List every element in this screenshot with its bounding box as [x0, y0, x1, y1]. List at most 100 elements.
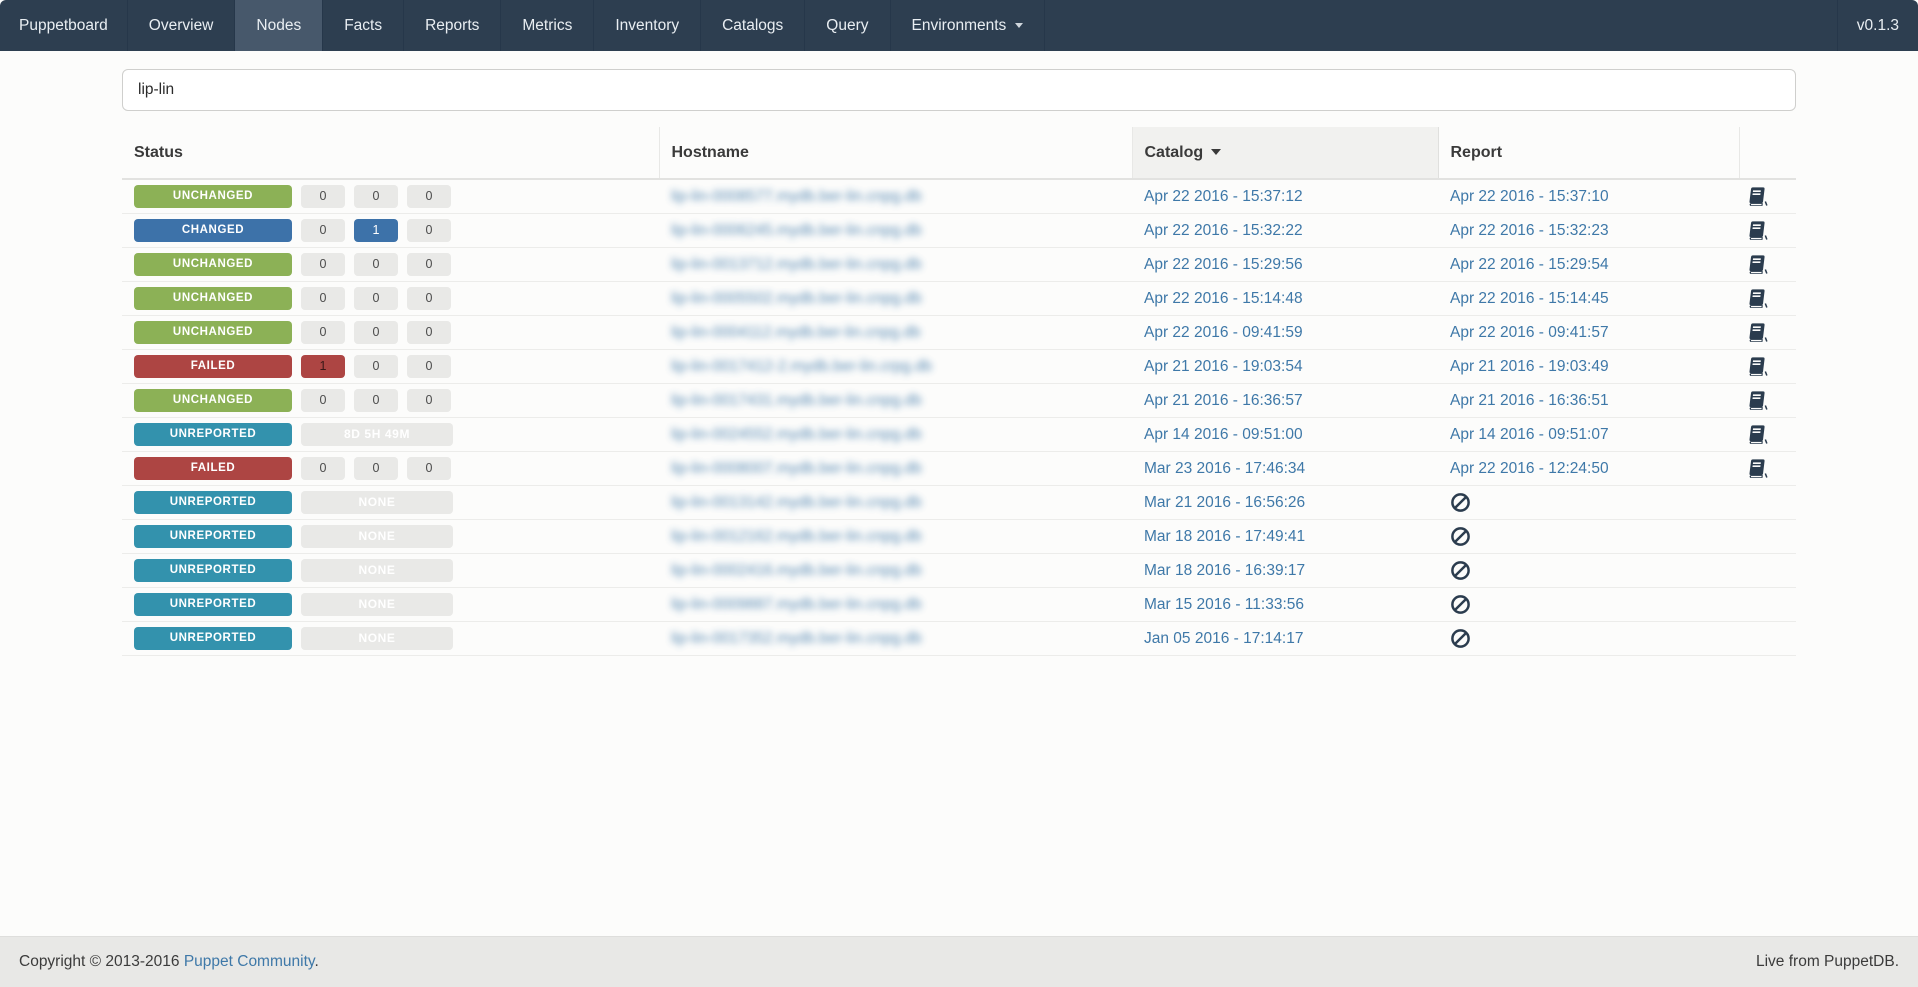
- status-counters: NONE: [292, 559, 453, 582]
- nav-item-overview[interactable]: Overview: [128, 0, 236, 51]
- report-book-icon[interactable]: [1747, 186, 1768, 207]
- navbar-brand[interactable]: Puppetboard: [0, 0, 128, 51]
- report-book-icon[interactable]: [1747, 390, 1768, 411]
- puppet-community-link[interactable]: Puppet Community: [184, 953, 315, 970]
- counter-pill: NONE: [301, 593, 453, 616]
- counter-pill: 0: [407, 355, 451, 378]
- catalog-link[interactable]: Apr 22 2016 - 15:14:48: [1144, 290, 1303, 307]
- report-link[interactable]: Apr 22 2016 - 09:41:57: [1450, 324, 1609, 341]
- hostname-link[interactable]: lip-lin-0012162.mydb.ber-lin.cnpg.db: [671, 528, 922, 545]
- status-counters: 000: [292, 185, 451, 208]
- counter-pill: 0: [407, 219, 451, 242]
- catalog-link[interactable]: Mar 18 2016 - 16:39:17: [1144, 562, 1305, 579]
- catalog-link[interactable]: Mar 23 2016 - 17:46:34: [1144, 460, 1305, 477]
- catalog-link[interactable]: Apr 22 2016 - 15:29:56: [1144, 256, 1303, 273]
- counter-pill: 0: [301, 185, 345, 208]
- catalog-link[interactable]: Apr 22 2016 - 15:37:12: [1144, 188, 1303, 205]
- node-row: UNREPORTED NONE lip-lin-0012162.mydb.ber-…: [122, 519, 1796, 554]
- nav-item-label: Environments: [911, 16, 1007, 34]
- counter-pill: 1: [354, 219, 398, 242]
- catalog-link[interactable]: Jan 05 2016 - 17:14:17: [1144, 630, 1303, 647]
- hostname-link[interactable]: lip-lin-0017352.mydb.ber-lin.cnpg.db: [671, 630, 922, 647]
- report-link[interactable]: Apr 22 2016 - 15:32:23: [1450, 222, 1609, 239]
- report-link[interactable]: Apr 22 2016 - 15:37:10: [1450, 188, 1609, 205]
- catalog-link[interactable]: Apr 21 2016 - 19:03:54: [1144, 358, 1303, 375]
- hostname-link[interactable]: lip-lin-0008007.mydb.ber-lin.cnpg.db: [671, 460, 922, 477]
- hostname-link[interactable]: lip-lin-0013142.mydb.ber-lin.cnpg.db: [671, 494, 922, 511]
- status-badge: UNCHANGED: [134, 287, 292, 310]
- footer-status-text: Live from PuppetDB.: [1755, 953, 1899, 970]
- status-badge: UNREPORTED: [134, 525, 292, 548]
- hostname-link[interactable]: lip-lin-0004112.mydb.ber-lin.cnpg.db: [671, 324, 921, 341]
- nav-item-nodes[interactable]: Nodes: [235, 0, 324, 51]
- counter-pill: NONE: [301, 491, 453, 514]
- counter-pill: 0: [354, 253, 398, 276]
- hostname-link[interactable]: lip-lin-0017431.mydb.ber-lin.cnpg.db: [671, 392, 922, 409]
- status-badge: UNREPORTED: [134, 627, 292, 650]
- report-book-icon[interactable]: [1747, 424, 1768, 445]
- hostname-link[interactable]: lip-lin-0005502.mydb.ber-lin.cnpg.db: [671, 290, 922, 307]
- nodes-table: Status Hostname Catalog Report UNCHANGED…: [122, 127, 1796, 656]
- counter-pill: NONE: [301, 627, 453, 650]
- status-counters: NONE: [292, 491, 453, 514]
- node-row: UNREPORTED NONE lip-lin-0017352.mydb.ber-…: [122, 621, 1796, 656]
- catalog-link[interactable]: Mar 21 2016 - 16:56:26: [1144, 494, 1305, 511]
- chevron-down-icon: [1015, 23, 1024, 28]
- hostname-link[interactable]: lip-lin-0008577.mydb.ber-lin.cnpg.db: [671, 188, 922, 205]
- hostname-link[interactable]: lip-lin-0009887.mydb.ber-lin.cnpg.db: [671, 596, 922, 613]
- report-link[interactable]: Apr 22 2016 - 12:24:50: [1450, 460, 1609, 477]
- hostname-link[interactable]: lip-lin-0013712.mydb.ber-lin.cnpg.db: [671, 256, 922, 273]
- node-search-input[interactable]: [122, 69, 1796, 111]
- catalog-link[interactable]: Mar 18 2016 - 17:49:41: [1144, 528, 1305, 545]
- column-header-status[interactable]: Status: [122, 127, 660, 180]
- report-link[interactable]: Apr 14 2016 - 09:51:07: [1450, 426, 1609, 443]
- hostname-link[interactable]: lip-lin-0006245.mydb.ber-lin.cnpg.db: [671, 222, 922, 239]
- report-book-icon[interactable]: [1747, 220, 1768, 241]
- table-header-row: Status Hostname Catalog Report: [122, 127, 1796, 180]
- nav-item-catalogs[interactable]: Catalogs: [701, 0, 806, 51]
- column-header-hostname[interactable]: Hostname: [659, 127, 1133, 180]
- counter-pill: 0: [407, 287, 451, 310]
- node-row: UNREPORTED NONE lip-lin-0013142.mydb.ber-…: [122, 485, 1796, 520]
- report-book-icon[interactable]: [1747, 356, 1768, 377]
- counter-pill: 0: [354, 355, 398, 378]
- nav-item-facts[interactable]: Facts: [323, 0, 405, 51]
- column-header-catalog[interactable]: Catalog: [1131, 127, 1439, 180]
- node-row: CHANGED 0 1 0 lip-lin-0006245.mydb.ber-lin.…: [122, 213, 1796, 248]
- hostname-link[interactable]: lip-lin-0002416.mydb.ber-lin.cnpg.db: [671, 562, 922, 579]
- nav-item-inventory[interactable]: Inventory: [594, 0, 702, 51]
- status-counters: 000: [292, 321, 451, 344]
- counter-pill: 0: [301, 219, 345, 242]
- nav-item-reports[interactable]: Reports: [404, 0, 502, 51]
- node-row: UNREPORTED NONE lip-lin-0009887.mydb.ber-…: [122, 587, 1796, 622]
- counter-pill: 0: [407, 389, 451, 412]
- catalog-link[interactable]: Mar 15 2016 - 11:33:56: [1144, 596, 1304, 613]
- column-header-report[interactable]: Report: [1438, 127, 1740, 180]
- report-book-icon[interactable]: [1747, 458, 1768, 479]
- counter-pill: 0: [301, 457, 345, 480]
- hostname-link[interactable]: lip-lin-0024552.mydb.ber-lin.cnpg.db: [671, 426, 922, 443]
- nav-item-query[interactable]: Query: [805, 0, 891, 51]
- report-link[interactable]: Apr 22 2016 - 15:14:45: [1450, 290, 1609, 307]
- footer: Copyright © 2013-2016 Puppet Community. …: [0, 936, 1918, 987]
- status-counters: 000: [292, 253, 451, 276]
- report-book-icon[interactable]: [1747, 288, 1768, 309]
- nav-item-metrics[interactable]: Metrics: [501, 0, 595, 51]
- catalog-link[interactable]: Apr 14 2016 - 09:51:00: [1144, 426, 1303, 443]
- nav-item-environments[interactable]: Environments: [891, 0, 1046, 51]
- no-report-icon: [1450, 492, 1471, 513]
- report-book-icon[interactable]: [1747, 254, 1768, 275]
- report-book-icon[interactable]: [1747, 322, 1768, 343]
- report-link[interactable]: Apr 21 2016 - 16:36:51: [1450, 392, 1609, 409]
- status-badge: UNCHANGED: [134, 253, 292, 276]
- hostname-link[interactable]: lip-lin-0017412-2.mydb.ber-lin.crpg.db: [671, 358, 932, 375]
- no-report-icon: [1450, 594, 1471, 615]
- nav-item-label: Overview: [148, 16, 214, 34]
- catalog-link[interactable]: Apr 22 2016 - 15:32:22: [1144, 222, 1303, 239]
- catalog-link[interactable]: Apr 21 2016 - 16:36:57: [1144, 392, 1303, 409]
- report-link[interactable]: Apr 22 2016 - 15:29:54: [1450, 256, 1609, 273]
- report-link[interactable]: Apr 21 2016 - 19:03:49: [1450, 358, 1609, 375]
- catalog-link[interactable]: Apr 22 2016 - 09:41:59: [1144, 324, 1303, 341]
- status-counters: 000: [292, 457, 451, 480]
- counter-pill: 0: [354, 287, 398, 310]
